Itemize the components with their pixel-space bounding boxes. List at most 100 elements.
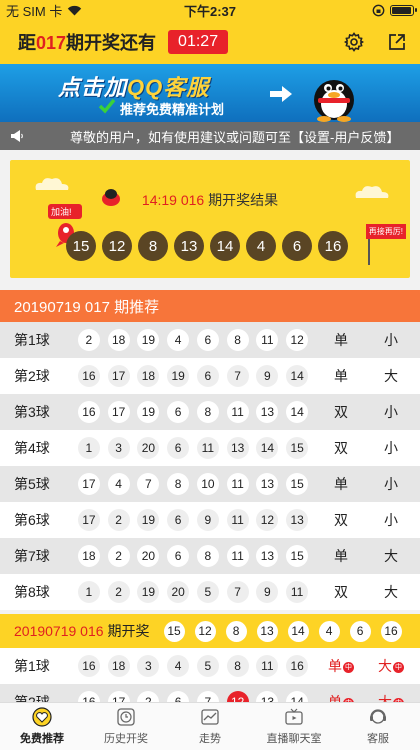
number-ball: 19 [137,581,160,603]
number-ball: 4 [107,473,130,495]
number-cell: 20 [134,437,164,459]
table-row: 第7球 18 2 20 6 8 11 13 15 单 大 [0,538,420,574]
number-set: 16 17 19 6 8 11 13 14 [74,401,312,423]
tab-label: 免费推荐 [20,733,64,745]
number-cell: 17 [74,473,104,495]
number-cell: 19 [134,401,164,423]
settings-gear-icon[interactable] [344,32,364,52]
tv-icon [285,708,303,725]
number-cell: 7 [223,365,253,387]
number-ball: 8 [167,473,190,495]
number-ball: 15 [286,473,309,495]
odd-even-value: 单 [334,548,348,564]
big-small-value: 小 [384,332,398,348]
row-label: 第1球 [14,658,50,674]
banner-subline: 推荐免费精准计划 [120,102,225,117]
number-ball: 16 [286,655,309,677]
table-row: 第6球 17 2 19 6 9 11 12 13 双 小 [0,502,420,538]
number-cell: 15 [282,437,312,459]
issue-number: 017 [36,33,67,53]
number-ball: 16 [77,365,100,387]
history-date: 20190719 016 [14,623,104,639]
number-cell: 8 [223,655,253,677]
number-ball: 6 [196,329,219,351]
number-ball: 7 [137,473,160,495]
odd-even-cell: 双 [314,438,368,458]
big-small-value: 大 [384,548,398,564]
tab-label: 直播聊天室 [266,733,322,745]
odd-even-value: 单 [334,332,348,348]
odd-even-cell: 单 [314,474,368,494]
notice-text: 尊敬的用户，如有使用建议或问题可至【设置-用户反馈】 [70,129,400,145]
number-ball: 17 [77,473,100,495]
big-small-cell: 大 [368,582,414,602]
number-ball: 3 [107,437,130,459]
tab-free-recommend[interactable]: 免费推荐 [0,703,84,750]
tab-live-chat[interactable]: 直播聊天室 [252,703,336,750]
number-ball: 18 [107,655,130,677]
number-cell: 8 [193,545,223,567]
number-ball: 13 [226,437,249,459]
number-ball: 18 [137,365,160,387]
big-small-cell: 大中 [368,656,414,676]
big-small-cell: 小 [368,474,414,494]
odd-even-value: 单 [334,368,348,384]
number-cell: 18 [104,329,134,351]
qq-service-banner[interactable]: 点击加QQ客服 推荐免费精准计划 [0,64,420,122]
tab-trend[interactable]: 走势 [168,703,252,750]
result-label: 期开奖结果 [208,192,279,208]
countdown-bar: 距017期开奖还有 01:27 [0,20,420,64]
number-cell: 1 [74,581,104,603]
number-ball: 19 [167,365,190,387]
number-cell: 10 [193,473,223,495]
number-ball: 4 [167,655,190,677]
odd-even-cell: 双 [314,510,368,530]
odd-even-value: 单 [328,658,342,674]
odd-even-value: 双 [334,512,348,528]
number-ball: 2 [107,581,130,603]
number-ball: 18 [77,545,100,567]
number-ball: 1 [77,581,100,603]
number-set: 1 2 19 20 5 7 9 11 [74,581,312,603]
result-issue: 016 [180,192,205,208]
number-ball: 8 [196,401,219,423]
number-ball: 11 [256,655,279,677]
number-cell: 11 [223,401,253,423]
number-cell: 16 [74,401,104,423]
qq-penguin-icon [314,80,354,122]
checkmark-icon [98,98,116,114]
banner-headline: 点击加QQ客服 [58,70,209,102]
tab-history[interactable]: 历史开奖 [84,703,168,750]
number-ball: 7 [226,365,249,387]
number-ball: 8 [226,655,249,677]
big-small-cell: 小 [368,330,414,350]
share-icon[interactable] [388,33,406,51]
number-cell: 14 [282,365,312,387]
big-small-value: 小 [384,512,398,528]
number-cell: 6 [163,437,193,459]
history-section-header[interactable]: 20190719 016 期开奖 15 12 8 13 14 4 6 16 [0,614,420,648]
number-ball: 19 [137,509,160,531]
number-ball: 6 [196,365,219,387]
number-cell: 12 [253,509,283,531]
history-label: 期开奖 [107,623,150,639]
banner-headline-qq: QQ客服 [127,75,210,100]
big-small-cell: 小 [368,438,414,458]
cheer-tag: 加油! [48,204,82,219]
number-ball: 8 [226,329,249,351]
number-cell: 11 [223,509,253,531]
number-ball: 2 [77,329,100,351]
row-label: 第5球 [14,476,50,492]
number-ball: 2 [107,509,130,531]
number-cell: 17 [104,401,134,423]
clock-icon [117,708,135,726]
number-set: 1 3 20 6 11 13 14 15 [74,437,312,459]
number-ball: 11 [256,329,279,351]
number-ball: 6 [167,545,190,567]
number-cell: 17 [74,509,104,531]
number-cell: 16 [282,655,312,677]
tab-support[interactable]: 客服 [336,703,420,750]
number-ball: 9 [196,509,219,531]
number-ball: 12 [286,329,309,351]
number-ball: 17 [77,509,100,531]
